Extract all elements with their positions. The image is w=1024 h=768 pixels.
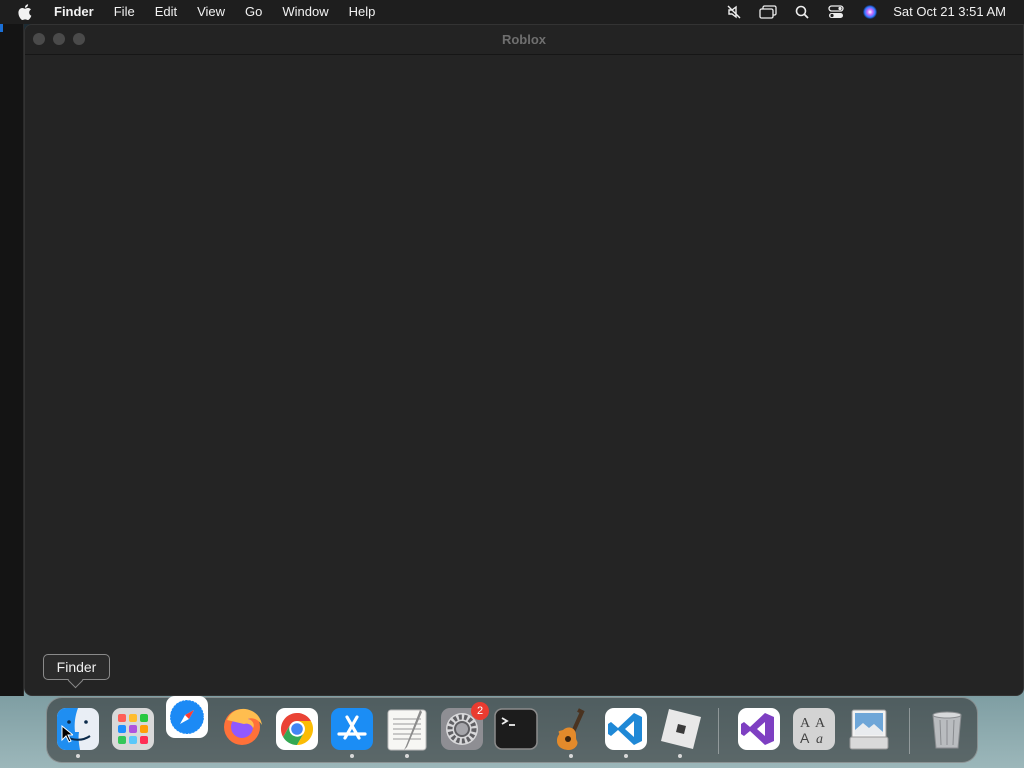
menu-file[interactable]: File bbox=[104, 0, 145, 24]
dock-item-firefox[interactable] bbox=[219, 702, 265, 748]
screen-mirroring-icon[interactable] bbox=[751, 0, 785, 24]
window-accent bbox=[0, 24, 3, 32]
menu-app-name[interactable]: Finder bbox=[44, 0, 104, 24]
running-indicator bbox=[678, 754, 682, 758]
menu-clock[interactable]: Sat Oct 21 3:51 AM bbox=[887, 0, 1024, 24]
svg-text:A: A bbox=[800, 716, 811, 731]
font-book-icon: A A A a bbox=[793, 708, 835, 750]
textedit-icon bbox=[387, 709, 427, 751]
dock-item-trash[interactable] bbox=[924, 706, 970, 752]
launchpad-icon bbox=[112, 708, 154, 750]
dock-item-safari[interactable] bbox=[164, 694, 210, 740]
dock-item-textedit[interactable] bbox=[384, 706, 430, 758]
dock-divider bbox=[718, 708, 719, 754]
svg-text:a: a bbox=[816, 732, 823, 747]
control-center-icon[interactable] bbox=[819, 0, 853, 24]
dock-item-chrome[interactable] bbox=[274, 706, 320, 752]
dock-divider bbox=[909, 708, 910, 754]
running-indicator bbox=[76, 754, 80, 758]
dock-item-system-preferences[interactable]: 2 bbox=[439, 702, 489, 752]
window-content[interactable] bbox=[25, 55, 1023, 695]
running-indicator bbox=[624, 754, 628, 758]
mute-icon[interactable] bbox=[717, 0, 751, 24]
roblox-icon bbox=[661, 709, 701, 749]
dock-item-terminal[interactable] bbox=[493, 706, 539, 752]
menu-window[interactable]: Window bbox=[272, 0, 338, 24]
apple-menu-icon[interactable] bbox=[6, 0, 44, 24]
dock-item-app-store[interactable] bbox=[329, 706, 375, 758]
app-store-icon bbox=[331, 708, 373, 750]
firefox-icon bbox=[224, 708, 262, 745]
mouse-cursor-icon bbox=[61, 725, 73, 743]
svg-text:A: A bbox=[815, 716, 826, 731]
dock-item-preview[interactable] bbox=[846, 706, 892, 752]
menu-go[interactable]: Go bbox=[235, 0, 272, 24]
running-indicator bbox=[405, 754, 409, 758]
running-indicator bbox=[569, 754, 573, 758]
dock: 2 A A A a bbox=[46, 694, 978, 763]
menu-extras: Sat Oct 21 3:51 AM bbox=[717, 0, 1024, 24]
running-indicator bbox=[350, 754, 354, 758]
vscode-icon bbox=[605, 708, 647, 750]
window-title: Roblox bbox=[501, 32, 547, 47]
menu-edit[interactable]: Edit bbox=[145, 0, 187, 24]
dock-item-roblox[interactable] bbox=[657, 706, 703, 758]
dock-item-launchpad[interactable] bbox=[110, 706, 156, 752]
spotlight-search-icon[interactable] bbox=[785, 0, 819, 24]
siri-icon[interactable] bbox=[853, 0, 887, 24]
dock-item-visual-studio[interactable] bbox=[736, 706, 782, 752]
notification-badge: 2 bbox=[471, 702, 489, 720]
preview-icon bbox=[849, 709, 889, 750]
terminal-icon bbox=[494, 708, 538, 750]
trash-icon bbox=[932, 711, 962, 749]
dock-item-font-book[interactable]: A A A a bbox=[791, 706, 837, 752]
dock-item-vscode[interactable] bbox=[603, 706, 649, 758]
menu-help[interactable]: Help bbox=[339, 0, 386, 24]
background-window-edge[interactable] bbox=[0, 24, 24, 696]
svg-text:A: A bbox=[800, 730, 810, 746]
visual-studio-icon bbox=[738, 708, 780, 750]
window-titlebar[interactable]: Roblox bbox=[25, 25, 1023, 55]
garageband-icon bbox=[557, 708, 585, 750]
safari-icon bbox=[166, 696, 208, 738]
dock-item-garageband[interactable] bbox=[548, 706, 594, 758]
chrome-icon bbox=[276, 708, 318, 750]
dock-tooltip: Finder bbox=[43, 654, 110, 680]
menu-bar: Finder File Edit View Go Window Help Sat… bbox=[0, 0, 1024, 24]
menu-view[interactable]: View bbox=[187, 0, 235, 24]
roblox-window: Roblox bbox=[24, 24, 1024, 696]
